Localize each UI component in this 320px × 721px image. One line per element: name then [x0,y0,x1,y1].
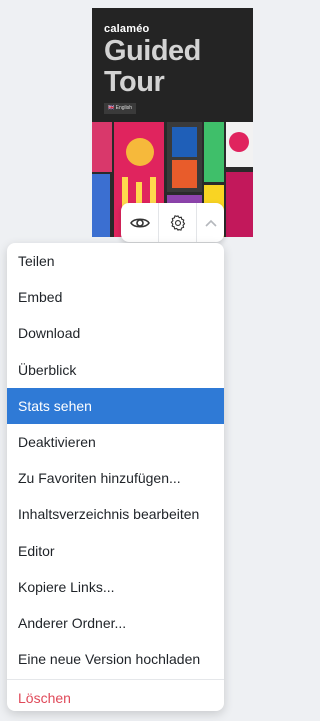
menu-item[interactable]: Zu Favoriten hinzufügen... [7,460,224,496]
menu-list: Teilen Embed Download Überblick Stats sehen D… [7,243,224,677]
eye-icon [129,217,150,228]
cover-title: Guided Tour [104,36,201,98]
menu-item[interactable]: Teilen [7,243,224,279]
collapse-button[interactable] [197,203,224,242]
view-button[interactable] [121,203,159,242]
language-badge: 🇬🇧 English [104,103,137,114]
chevron-up-icon [204,219,217,227]
cover-title-line1: Guided [104,35,201,67]
menu-item[interactable]: Überblick [7,352,224,388]
menu-item[interactable]: Editor [7,533,224,569]
menu-item[interactable]: Inhaltsverzeichnis bearbeiten [7,496,224,532]
settings-button[interactable] [159,203,197,242]
document-action-bar [121,203,224,242]
menu-item[interactable]: Anderer Ordner... [7,605,224,641]
cover-brand: calaméo [104,23,150,35]
cover-title-line2: Tour [104,66,165,98]
gear-icon [170,214,185,231]
language-badge-label: English [115,105,133,111]
menu-item[interactable]: Deaktivieren [7,424,224,460]
document-options-menu: Teilen Embed Download Überblick Stats sehen D… [7,243,224,711]
menu-item[interactable]: Kopiere Links... [7,569,224,605]
menu-item[interactable]: Embed [7,279,224,315]
menu-item[interactable]: Stats sehen [7,387,224,424]
menu-item[interactable]: Eine neue Version hochladen [7,641,224,677]
menu-item[interactable]: Download [7,315,224,351]
menu-item-delete[interactable]: Löschen [7,680,224,716]
